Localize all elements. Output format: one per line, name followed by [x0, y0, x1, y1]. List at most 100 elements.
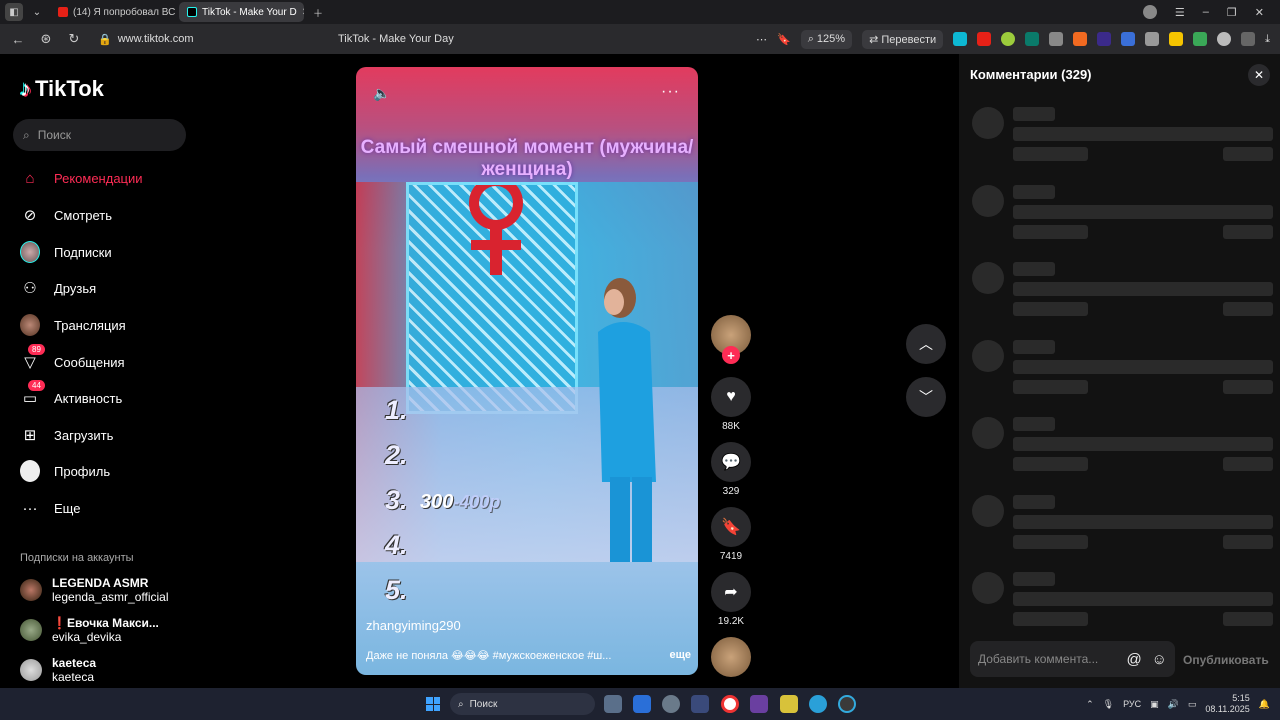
- share-button[interactable]: ➦ 19.2K: [709, 572, 753, 627]
- app-icon[interactable]: [662, 695, 680, 713]
- like-button[interactable]: ♥ 88K: [709, 377, 753, 432]
- reload-icon[interactable]: ↻: [64, 31, 84, 47]
- clock[interactable]: 5:15 08.11.2025: [1205, 693, 1249, 715]
- close-window-icon[interactable]: ✕: [1255, 6, 1264, 19]
- extension-icon[interactable]: [1145, 32, 1160, 46]
- browser-menu-icon[interactable]: ◧: [5, 3, 23, 21]
- network-icon[interactable]: ▣: [1150, 699, 1159, 710]
- comment-input[interactable]: Добавить коммента... @ ☺: [970, 641, 1175, 677]
- sidebar-item-more[interactable]: ··· Еще: [20, 496, 81, 520]
- profile-avatar-icon[interactable]: [1142, 5, 1157, 19]
- video-player[interactable]: Самый смешной момент (мужчина/женщина) 1…: [356, 67, 698, 675]
- windows-start-icon[interactable]: [426, 697, 440, 711]
- sidebar-item-label: Еще: [54, 500, 81, 516]
- volume-icon[interactable]: 🔈: [373, 85, 390, 102]
- tab-label: TikTok - Make Your D: [202, 6, 297, 18]
- clock-date: 08.11.2025: [1205, 704, 1250, 714]
- sidebar-item-explore[interactable]: ⊘ Смотреть: [20, 203, 112, 227]
- following-account-item[interactable]: ❗Евочка Макси... evika_devika: [20, 616, 159, 644]
- sidebar-item-following[interactable]: Подписки: [20, 240, 112, 264]
- bookmark-icon[interactable]: 🔖: [777, 33, 791, 46]
- minimize-icon[interactable]: –: [1203, 6, 1209, 18]
- extension-icon[interactable]: [1001, 32, 1016, 46]
- save-button[interactable]: 🔖 7419: [709, 507, 753, 562]
- sidebar-item-upload[interactable]: ⊞ Загрузить: [20, 423, 114, 447]
- sidebar-item-label: Рекомендации: [54, 170, 143, 186]
- youtube-icon[interactable]: [977, 32, 992, 46]
- post-comment-button[interactable]: Опубликовать: [1183, 653, 1269, 667]
- app-icon[interactable]: [780, 695, 798, 713]
- chevron-up-icon[interactable]: ⌃: [1086, 699, 1094, 710]
- tab-youtube[interactable]: (14) Я попробовал ВСЕ Ж ✕: [50, 2, 175, 22]
- more-options-icon[interactable]: ···: [661, 83, 680, 101]
- follow-button[interactable]: +: [722, 346, 740, 364]
- download-icon[interactable]: ⤓: [1265, 33, 1270, 46]
- app-icon[interactable]: [838, 695, 856, 713]
- sidebar-item-activity[interactable]: ▭ 44 Активность: [20, 380, 122, 410]
- close-comments-button[interactable]: ✕: [1248, 64, 1270, 86]
- new-tab-icon[interactable]: ＋: [309, 3, 327, 21]
- sidebar-item-messages[interactable]: ▽ 89 Сообщения: [20, 344, 125, 374]
- volume-icon[interactable]: 🔊: [1168, 699, 1179, 710]
- sidebar-item-profile[interactable]: Профиль: [20, 459, 110, 483]
- extension-icon[interactable]: [1121, 32, 1136, 46]
- taskbar-search[interactable]: ⌕ Поиск: [450, 693, 595, 715]
- battery-icon[interactable]: ▭: [1188, 699, 1197, 710]
- video-author[interactable]: zhangyiming290: [366, 618, 461, 633]
- app-icon[interactable]: [633, 695, 651, 713]
- extension-icon[interactable]: [1217, 32, 1232, 46]
- comments-panel: Комментарии (329) ✕ Добавить коммента...…: [959, 54, 1280, 688]
- tiktok-logo[interactable]: ♪ TikTok: [20, 76, 104, 102]
- avatar: [20, 619, 42, 641]
- video-description: Даже не поняла 😂😂😂 #мужскоеженское #ш...…: [366, 649, 691, 662]
- following-accounts-heading: Подписки на аккаунты: [20, 552, 134, 564]
- telegram-icon[interactable]: [809, 695, 827, 713]
- show-more-link[interactable]: еще: [669, 649, 691, 662]
- back-icon[interactable]: ←: [8, 32, 28, 47]
- sidebar-item-friends[interactable]: ⚇ Друзья: [20, 276, 96, 300]
- comment-button[interactable]: 💬 329: [709, 442, 753, 497]
- emoji-icon[interactable]: ☺: [1152, 651, 1167, 668]
- female-symbol-decoration: [469, 185, 523, 275]
- close-icon: ✕: [1253, 68, 1265, 82]
- sidebar-item-recommendations[interactable]: ⌂ Рекомендации: [20, 166, 143, 190]
- taskview-icon[interactable]: [604, 695, 622, 713]
- extension-icon[interactable]: [1025, 32, 1040, 46]
- language-indicator[interactable]: РУС: [1123, 699, 1141, 709]
- close-tab-icon[interactable]: ✕: [302, 7, 304, 18]
- tiktok-icon: [187, 7, 197, 17]
- sidebar-item-live[interactable]: Трансляция: [20, 313, 126, 337]
- microphone-icon[interactable]: 🎙: [1103, 699, 1114, 710]
- shield-icon[interactable]: [1049, 32, 1064, 46]
- extension-icon[interactable]: [1073, 32, 1088, 46]
- zoom-button[interactable]: ⌕ 125%: [800, 29, 853, 49]
- following-account-item[interactable]: kaeteca kaeteca: [20, 656, 96, 684]
- extension-icon[interactable]: [1097, 32, 1112, 46]
- tab-tiktok[interactable]: TikTok - Make Your D ✕: [179, 2, 304, 22]
- extension-icon[interactable]: [1241, 32, 1256, 46]
- account-name: ❗Евочка Макси...: [52, 616, 159, 630]
- maximize-icon[interactable]: ❐: [1227, 6, 1237, 19]
- extension-icon[interactable]: [1193, 32, 1208, 46]
- next-video-button[interactable]: ﹀: [906, 377, 946, 417]
- previous-video-button[interactable]: ︿: [906, 324, 946, 364]
- more-icon[interactable]: ⋯: [756, 33, 767, 46]
- browser-menu-icon[interactable]: ☰: [1175, 6, 1185, 19]
- heart-icon: ♥: [711, 377, 751, 417]
- notification-bell-icon[interactable]: 🔔: [1259, 699, 1270, 710]
- extension-icon[interactable]: [1169, 32, 1184, 46]
- tabs-dropdown-icon[interactable]: ⌄: [28, 3, 46, 21]
- app-icon[interactable]: [750, 695, 768, 713]
- translate-button[interactable]: ⇄ Перевести: [862, 29, 944, 49]
- search-input[interactable]: ⌕ Поиск: [13, 119, 186, 151]
- account-handle: legenda_asmr_official: [52, 590, 169, 604]
- following-account-item[interactable]: LEGENDA ASMR legenda_asmr_official: [20, 576, 169, 604]
- yandex-browser-icon[interactable]: [721, 695, 739, 713]
- extension-icon[interactable]: [953, 32, 968, 46]
- yandex-icon[interactable]: ⊛: [36, 31, 56, 47]
- url-field[interactable]: 🔒 www.tiktok.com: [98, 33, 338, 46]
- music-disc[interactable]: [711, 637, 751, 677]
- zoom-level: 125%: [816, 32, 846, 45]
- app-icon[interactable]: [691, 695, 709, 713]
- mention-icon[interactable]: @: [1126, 651, 1141, 668]
